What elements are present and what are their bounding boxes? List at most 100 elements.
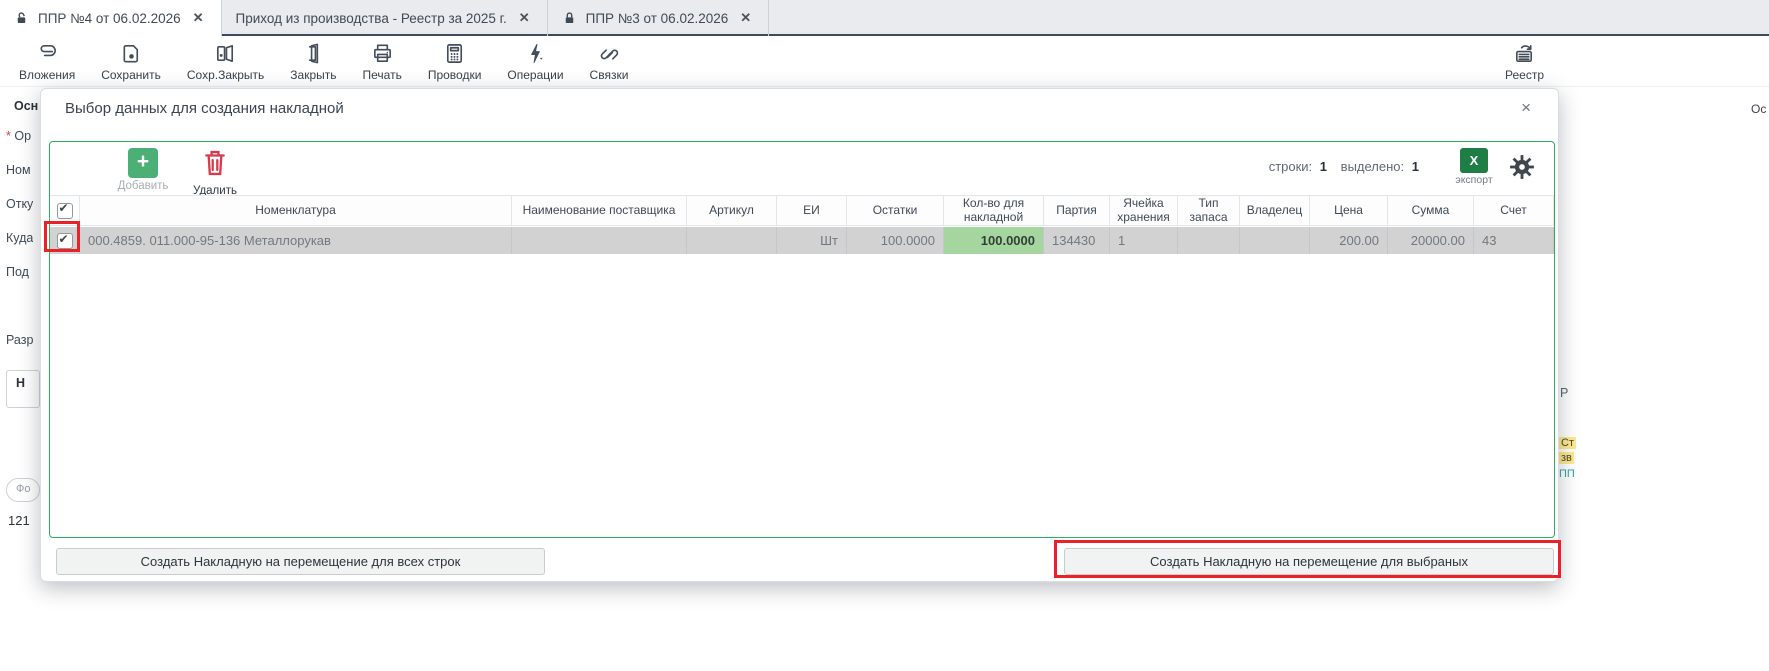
add-label: Добавить xyxy=(117,180,169,192)
cell-price: 200.00 xyxy=(1310,227,1388,254)
col-price[interactable]: Цена xyxy=(1310,196,1388,225)
col-batch[interactable]: Партия xyxy=(1044,196,1110,225)
save-close-icon xyxy=(217,45,234,62)
select-all-checkbox[interactable] xyxy=(56,202,73,219)
registry-icon xyxy=(1516,45,1533,62)
toolbar-label: Проводки xyxy=(427,68,482,82)
tab-title: Приход из производства - Реестр за 2025 … xyxy=(235,10,507,26)
col-account[interactable]: Счет xyxy=(1474,196,1554,225)
tab-ppr4[interactable]: ППР №4 от 06.02.2026 ✕ xyxy=(0,0,222,38)
create-invoice-selected-rows-button[interactable]: Создать Накладную на перемещение для выб… xyxy=(1064,548,1554,575)
door-icon xyxy=(308,43,319,64)
trash-icon xyxy=(205,150,225,176)
col-stock-type[interactable]: Тип запаса xyxy=(1178,196,1240,225)
postings-button[interactable]: Проводки xyxy=(415,38,495,86)
cell-account: 43 xyxy=(1474,227,1554,254)
dialog-close-icon[interactable]: × xyxy=(1516,96,1536,120)
table-header: Номенклатура Наименование поставщика Арт… xyxy=(50,195,1554,226)
bg-field-razr: Разр xyxy=(6,333,34,347)
cell-sum: 20000.00 xyxy=(1388,227,1474,254)
bg-tab-osnovnoe: Осн xyxy=(14,99,39,113)
bg-right-fragment-pp: ПП xyxy=(1559,468,1575,480)
toolbar-label: Печать xyxy=(362,68,402,82)
save-button[interactable]: Сохранить xyxy=(88,38,174,86)
table-row[interactable]: 000.4859. 011.000-95-136 Металлорукав Шт… xyxy=(50,227,1554,254)
paperclip-icon xyxy=(40,45,56,57)
attachments-button[interactable]: Вложения xyxy=(6,38,88,86)
bg-panel-fragment: Н xyxy=(6,370,40,408)
col-balance[interactable]: Остатки xyxy=(847,196,944,225)
cell-article xyxy=(687,227,777,254)
screen: ППР №4 от 06.02.2026 ✕ Приход из произво… xyxy=(0,0,1769,671)
calculator-icon xyxy=(447,44,463,63)
toolbar-label: Закрыть xyxy=(290,68,337,82)
lock-closed-icon xyxy=(565,12,573,23)
toolbar-label: Связки xyxy=(589,68,629,82)
toolbar-label: Операции xyxy=(507,68,564,82)
grid-container: + Добавить Удалить строки: 1 выделено: 1 xyxy=(49,141,1555,538)
toolbar-label: Сохр.Закрыть xyxy=(186,68,265,82)
cell-balance: 100.0000 xyxy=(847,227,944,254)
save-close-button[interactable]: Сохр.Закрыть xyxy=(174,38,277,86)
save-icon xyxy=(123,45,138,63)
create-invoice-dialog: Выбор данных для создания накладной × + … xyxy=(40,88,1559,582)
tab-prihod-reestr[interactable]: Приход из производства - Реестр за 2025 … xyxy=(222,0,548,36)
registry-button[interactable]: Реестр xyxy=(1492,38,1557,86)
cell-storage-cell: 1 xyxy=(1110,227,1178,254)
col-unit[interactable]: ЕИ xyxy=(777,196,847,225)
tab-close-icon[interactable]: ✕ xyxy=(516,8,533,28)
bg-field-kuda: Куда xyxy=(6,231,34,245)
export-label: экспорт xyxy=(1455,174,1493,186)
select-all-cell xyxy=(50,196,80,225)
print-button[interactable]: Печать xyxy=(350,38,415,86)
toolbar-edge-fragment: Ос xyxy=(1751,102,1767,116)
tab-ppr3[interactable]: ППР №3 от 06.02.2026 ✕ xyxy=(548,0,770,36)
rows-counter: строки: 1 выделено: 1 xyxy=(1269,159,1429,174)
toolbar-label: Сохранить xyxy=(101,68,161,82)
col-supplier[interactable]: Наименование поставщика xyxy=(512,196,687,225)
col-storage-cell[interactable]: Ячейка хранения xyxy=(1110,196,1178,225)
cell-qty-for-invoice[interactable]: 100.0000 xyxy=(944,227,1044,254)
cell-unit: Шт xyxy=(777,227,847,254)
col-qty-for-invoice[interactable]: Кол-во для накладной xyxy=(944,196,1044,225)
add-row-button[interactable]: + Добавить xyxy=(105,148,181,192)
operations-button[interactable]: Операции xyxy=(494,38,576,86)
lock-open-icon xyxy=(17,12,26,23)
create-invoice-all-rows-button[interactable]: Создать Накладную на перемещение для все… xyxy=(56,548,545,575)
lightning-icon xyxy=(531,43,543,64)
export-excel-button[interactable]: X экспорт xyxy=(1448,148,1500,186)
col-article[interactable]: Артикул xyxy=(687,196,777,225)
close-button[interactable]: Закрыть xyxy=(277,38,349,86)
dialog-title: Выбор данных для создания накладной xyxy=(65,100,344,117)
bg-right-fragment-r: Р xyxy=(1560,386,1569,400)
bg-field-org: * * ОрОр xyxy=(6,129,32,143)
gear-icon[interactable] xyxy=(1509,154,1535,180)
bg-filter-input[interactable]: Фо xyxy=(6,478,40,502)
plus-icon: + xyxy=(128,148,158,178)
bg-number-fragment: 121 xyxy=(8,513,30,528)
col-owner[interactable]: Владелец xyxy=(1240,196,1310,225)
tab-title: ППР №3 от 06.02.2026 xyxy=(585,10,729,26)
col-sum[interactable]: Сумма xyxy=(1388,196,1474,225)
delete-row-button[interactable]: Удалить xyxy=(177,148,253,197)
printer-icon xyxy=(373,44,391,62)
bg-field-nom: Ном xyxy=(6,163,31,177)
cell-stock-type xyxy=(1178,227,1240,254)
tab-close-icon[interactable]: ✕ xyxy=(190,8,207,28)
cell-batch: 134430 xyxy=(1044,227,1110,254)
rows-label: строки: xyxy=(1268,159,1313,174)
links-button[interactable]: Связки xyxy=(577,38,642,86)
row-checkbox-cell xyxy=(50,227,80,254)
tab-close-icon[interactable]: ✕ xyxy=(737,8,754,28)
selected-label: выделено: xyxy=(1340,159,1405,174)
bg-field-pod: Под xyxy=(6,265,29,279)
col-nomenclature[interactable]: Номенклатура xyxy=(80,196,512,225)
row-checkbox[interactable] xyxy=(56,232,73,249)
selected-value: 1 xyxy=(1411,159,1419,174)
bg-field-otkuda: Отку xyxy=(6,197,34,211)
toolbar-label: Реестр xyxy=(1505,68,1544,82)
bg-right-fragment-st: Ст xyxy=(1559,437,1576,449)
main-toolbar: Вложения Сохранить Сохр.Закрыть Закрыть xyxy=(0,38,1769,116)
cell-nomenclature: 000.4859. 011.000-95-136 Металлорукав xyxy=(80,227,512,254)
tab-strip: ППР №4 от 06.02.2026 ✕ Приход из произво… xyxy=(0,0,1769,38)
